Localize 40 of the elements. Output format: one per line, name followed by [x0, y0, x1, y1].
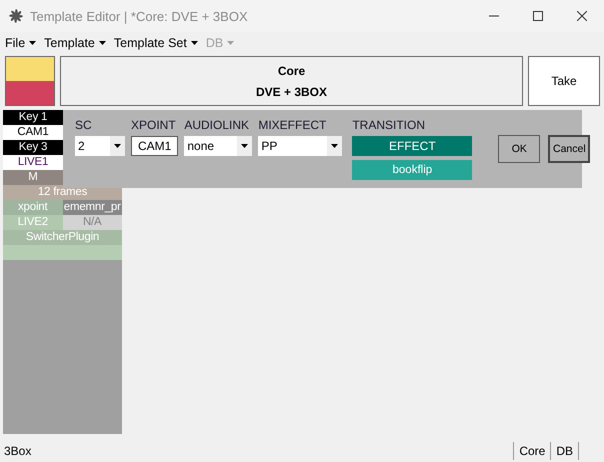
app-icon [8, 8, 24, 24]
list-cell[interactable]: LIVE1 [3, 155, 63, 170]
close-icon[interactable] [577, 11, 587, 21]
color-swatch[interactable] [6, 81, 54, 105]
effect-button[interactable]: EFFECT [352, 136, 472, 156]
take-button[interactable]: Take [528, 56, 600, 106]
field-label: TRANSITION [352, 118, 426, 132]
menu-item[interactable]: File [5, 36, 36, 50]
caret-icon[interactable] [98, 41, 106, 45]
list-cell[interactable]: CAM1 [3, 125, 63, 140]
caret-icon[interactable] [190, 41, 198, 45]
dropdown[interactable]: none [184, 136, 252, 156]
field-label: AUDIOLINK [184, 118, 250, 132]
field-label: SC [75, 118, 93, 132]
window-title: Template Editor | *Core: DVE + 3BOX [30, 8, 249, 24]
list-cell[interactable] [3, 245, 122, 260]
dropdown[interactable]: 2 [75, 136, 125, 156]
text-field[interactable]: CAM1 [131, 136, 178, 156]
color-swatch[interactable] [6, 57, 54, 81]
ok-button[interactable]: OK [498, 135, 540, 163]
list-cell[interactable]: Key 1 [3, 110, 63, 125]
template-name: DVE + 3BOX [256, 84, 328, 98]
dropdown[interactable]: PP [258, 136, 342, 156]
list-cell[interactable]: ememnr_pr [62, 200, 122, 215]
caret-icon[interactable] [241, 144, 248, 148]
caret-icon[interactable] [29, 41, 36, 45]
status-field: Core [513, 442, 550, 460]
status-text: 3Box [4, 444, 32, 458]
menu-item[interactable]: Template [44, 36, 106, 50]
status-field: DB [550, 442, 579, 460]
list-cell[interactable]: Key 3 [3, 140, 63, 155]
field-label: XPOINT [131, 118, 177, 132]
field-label: MIXEFFECT [258, 118, 328, 132]
template-group: Core [278, 64, 306, 78]
menu-item[interactable]: Template Set [114, 36, 198, 50]
caret-icon[interactable] [331, 144, 338, 148]
caret-icon[interactable] [114, 144, 121, 148]
list-cell[interactable]: M [3, 170, 63, 185]
maximize-icon[interactable] [533, 11, 543, 21]
cancel-button[interactable]: Cancel [548, 135, 590, 163]
